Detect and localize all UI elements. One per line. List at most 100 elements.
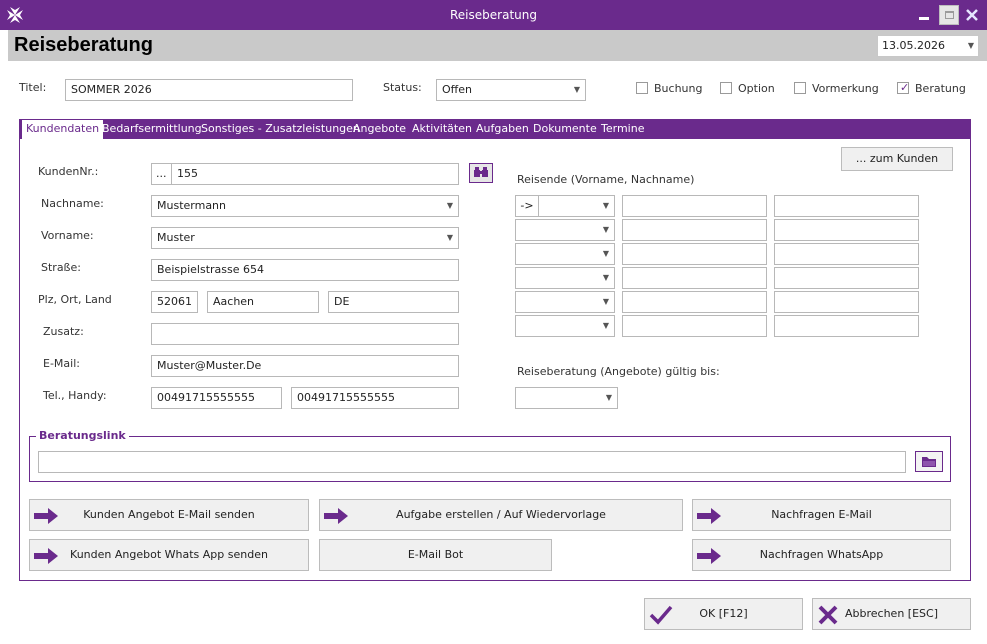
tab-bar: Kundendaten Bedarfsermittlung Sonstiges … [19, 119, 971, 139]
tab-angebote[interactable]: Angebote [353, 119, 406, 139]
reisende-select[interactable]: ▼ [515, 267, 615, 289]
nachfragen-email-button[interactable]: Nachfragen E-Mail [692, 499, 951, 531]
handy-input[interactable]: 00491715555555 [291, 387, 459, 409]
reisende-nachname-input[interactable] [774, 291, 919, 313]
email-input[interactable]: Muster@Muster.De [151, 355, 459, 377]
minimize-button[interactable] [915, 6, 933, 24]
chevron-down-icon: ▼ [602, 249, 609, 258]
folder-icon [922, 457, 936, 467]
email-label: E-Mail: [43, 357, 80, 370]
reisende-vorname-input[interactable] [622, 243, 767, 265]
tab-dokumente[interactable]: Dokumente [533, 119, 597, 139]
aufgabe-erstellen-button[interactable]: Aufgabe erstellen / Auf Wiedervorlage [319, 499, 683, 531]
option-label: Option [738, 82, 775, 95]
reisende-vorname-input[interactable] [622, 267, 767, 289]
ok-label: OK [F12] [699, 607, 748, 620]
reisende-arrow-prefix: -> [516, 196, 539, 216]
option-checkbox[interactable] [720, 82, 732, 94]
close-button[interactable] [963, 6, 981, 24]
vorname-value: Muster [157, 231, 195, 244]
ok-button[interactable]: OK [F12] [644, 598, 803, 630]
zusatz-label: Zusatz: [43, 325, 84, 338]
date-value: 13.05.2026 [882, 39, 945, 52]
reisende-vorname-input[interactable] [622, 219, 767, 241]
vormerkung-checkbox[interactable] [794, 82, 806, 94]
angebot-email-button[interactable]: Kunden Angebot E-Mail senden [29, 499, 309, 531]
land-input[interactable]: DE [328, 291, 459, 313]
maximize-button[interactable] [939, 5, 959, 25]
tab-kundendaten[interactable]: Kundendaten [22, 120, 104, 139]
search-customer-button[interactable] [469, 163, 493, 183]
beratung-checkbox[interactable]: ✓ [897, 81, 909, 94]
reisende-nachname-input[interactable] [774, 219, 919, 241]
tel-input[interactable]: 00491715555555 [151, 387, 282, 409]
buchung-label: Buchung [654, 82, 703, 95]
reisende-nachname-input[interactable] [774, 315, 919, 337]
arrow-right-icon [697, 508, 721, 524]
strasse-label: Straße: [41, 261, 81, 274]
reisende-vorname-input[interactable] [622, 195, 767, 217]
reisende-select[interactable]: -> ▼ [515, 195, 615, 217]
page-header: Reiseberatung [8, 30, 987, 61]
tab-bedarfsermittlung[interactable]: Bedarfsermittlung [102, 119, 202, 139]
reisende-label: Reisende (Vorname, Nachname) [517, 173, 695, 186]
beratungslink-input[interactable] [38, 451, 906, 473]
reisende-select[interactable]: ▼ [515, 219, 615, 241]
titel-input[interactable]: SOMMER 2026 [65, 79, 353, 101]
angebot-email-label: Kunden Angebot E-Mail senden [83, 508, 255, 521]
ort-input[interactable]: Aachen [207, 291, 319, 313]
beratung-label: Beratung [915, 82, 966, 95]
arrow-right-icon [34, 548, 58, 564]
cancel-button[interactable]: Abbrechen [ESC] [812, 598, 971, 630]
reisende-vorname-input[interactable] [622, 315, 767, 337]
date-select[interactable]: 13.05.2026 ▼ [877, 35, 979, 57]
nachfragen-whatsapp-button[interactable]: Nachfragen WhatsApp [692, 539, 951, 571]
tab-termine[interactable]: Termine [601, 119, 644, 139]
vorname-select[interactable]: Muster ▼ [151, 227, 459, 249]
title-bar: Reiseberatung [0, 0, 987, 30]
cancel-label: Abbrechen [ESC] [845, 607, 938, 620]
nachname-select[interactable]: Mustermann ▼ [151, 195, 459, 217]
gueltig-bis-date-select[interactable]: ▼ [515, 387, 618, 409]
kundennr-label: KundenNr.: [38, 165, 99, 178]
status-select[interactable]: Offen ▼ [436, 79, 586, 101]
maximize-icon [945, 11, 954, 19]
zum-kunden-button[interactable]: ... zum Kunden [841, 147, 953, 171]
reisende-nachname-input[interactable] [774, 195, 919, 217]
tab-aufgaben[interactable]: Aufgaben [476, 119, 529, 139]
window-title: Reiseberatung [450, 8, 537, 22]
arrow-right-icon [324, 508, 348, 524]
reisende-select[interactable]: ▼ [515, 315, 615, 337]
chevron-down-icon: ▼ [602, 297, 609, 306]
status-label: Status: [383, 81, 422, 94]
kundennr-input[interactable]: 155 [171, 163, 459, 185]
plz-ort-land-label: Plz, Ort, Land [38, 293, 112, 306]
chevron-down-icon: ▼ [446, 233, 453, 242]
reisende-select[interactable]: ▼ [515, 243, 615, 265]
tab-sonstiges[interactable]: Sonstiges - Zusatzleistungen [201, 119, 360, 139]
nachname-label: Nachname: [41, 197, 104, 210]
nachname-value: Mustermann [157, 199, 227, 212]
vormerkung-label: Vormerkung [812, 82, 879, 95]
email-bot-button[interactable]: E-Mail Bot [319, 539, 552, 571]
tab-aktivitaeten[interactable]: Aktivitäten [412, 119, 472, 139]
plz-input[interactable]: 52061 [151, 291, 198, 313]
zusatz-input[interactable] [151, 323, 459, 345]
titel-label: Titel: [19, 81, 47, 94]
kundennr-lookup-button[interactable]: ... [151, 163, 172, 185]
open-folder-button[interactable] [915, 451, 943, 472]
chevron-down-icon: ▼ [602, 225, 609, 234]
page-title: Reiseberatung [14, 34, 153, 56]
strasse-input[interactable]: Beispielstrasse 654 [151, 259, 459, 281]
minimize-icon [919, 17, 929, 20]
close-icon [966, 9, 978, 21]
angebot-whatsapp-button[interactable]: Kunden Angebot Whats App senden [29, 539, 309, 571]
aufgabe-erstellen-label: Aufgabe erstellen / Auf Wiedervorlage [396, 508, 606, 521]
reisende-select[interactable]: ▼ [515, 291, 615, 313]
reisende-nachname-input[interactable] [774, 267, 919, 289]
reisende-vorname-input[interactable] [622, 291, 767, 313]
chevron-down-icon: ▼ [602, 321, 609, 330]
buchung-checkbox[interactable] [636, 82, 648, 94]
reisende-nachname-input[interactable] [774, 243, 919, 265]
chevron-down-icon: ▼ [602, 201, 609, 210]
